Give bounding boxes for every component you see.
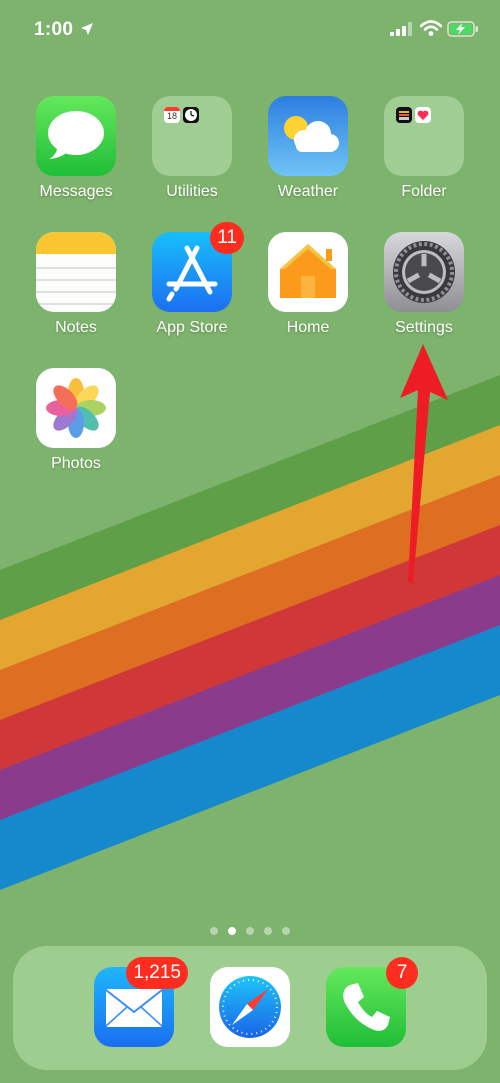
app-notes[interactable]: Notes [26,232,126,337]
app-utilities-folder[interactable]: 18 Utilities [142,96,242,201]
dock-app-mail[interactable]: 1,215 [84,957,188,1047]
app-folder[interactable]: Folder [374,96,474,201]
app-label: Folder [401,183,447,200]
notification-badge: 7 [386,957,418,989]
safari-compass-icon [210,967,290,1047]
app-label: Utilities [166,183,218,200]
health-mini-icon [415,107,431,123]
clock-mini-icon [183,107,199,123]
wallet-mini-icon [396,107,412,123]
wifi-icon [420,20,442,36]
app-app-store[interactable]: 11 App Store [142,222,244,337]
app-photos[interactable]: Photos [26,368,126,473]
app-home[interactable]: Home [258,232,358,337]
settings-gear-icon [384,232,464,312]
page-dot [246,927,254,935]
app-label: Home [286,319,330,336]
notes-icon [36,232,116,312]
dock-app-safari[interactable] [200,967,300,1047]
status-bar: 1:00 [0,0,500,60]
app-label: Weather [277,183,339,200]
calendar-mini-date: 18 [166,111,177,121]
app-messages[interactable]: Messages [26,96,126,201]
photos-icon [36,368,116,448]
weather-icon [268,96,348,176]
page-dot [210,927,218,935]
notification-badge: 11 [210,222,244,254]
location-arrow-icon [81,23,93,35]
folder-icon: 18 [152,96,232,176]
calendar-mini-icon: 18 [164,107,180,123]
messages-icon [36,96,116,176]
app-label: Notes [55,319,97,336]
battery-charging-icon [447,21,478,37]
app-weather[interactable]: Weather [258,96,358,201]
page-dot-active [228,927,236,935]
page-indicator[interactable] [0,922,500,936]
app-settings[interactable]: Settings [374,232,474,337]
mail-icon: 1,215 [94,957,188,1047]
app-label: Settings [395,319,453,336]
dock-app-phone[interactable]: 7 [316,957,418,1047]
cellular-signal-icon [390,22,412,36]
app-label: Messages [39,183,113,200]
status-time: 1:00 [34,19,74,40]
page-dot [282,927,290,935]
app-label: App Store [156,319,228,336]
app-label: Photos [51,455,101,472]
home-icon [268,232,348,312]
app-store-icon: 11 [152,222,244,312]
folder-icon [384,96,464,176]
red-arrow-annotation [400,344,448,584]
notification-badge: 1,215 [126,957,188,989]
phone-icon: 7 [326,957,418,1047]
page-dot [264,927,272,935]
